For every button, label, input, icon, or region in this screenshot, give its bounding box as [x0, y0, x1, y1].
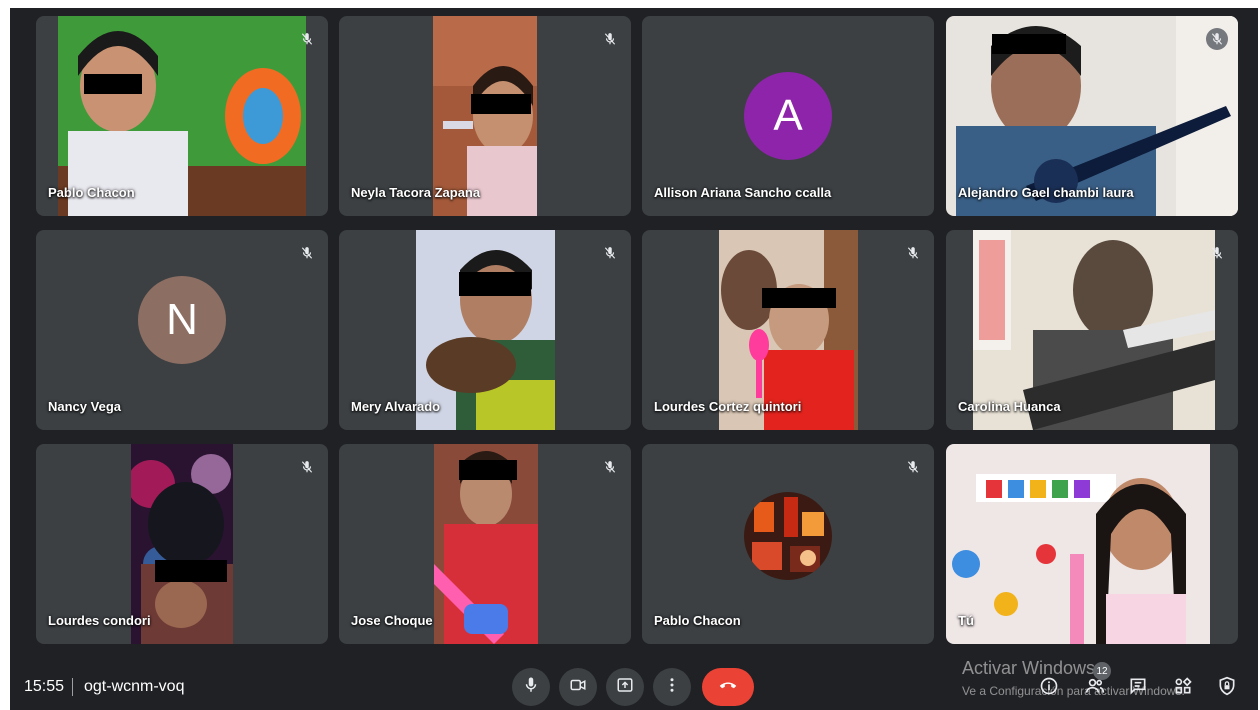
self-view-video	[946, 444, 1210, 644]
camera-button[interactable]	[559, 668, 597, 706]
meeting-code[interactable]: ogt-wcnm-voq	[84, 678, 184, 696]
redaction-bar	[459, 460, 517, 480]
participant-name: Pablo Chacon	[48, 185, 135, 200]
present-icon	[616, 676, 634, 699]
participant-tile[interactable]: Alejandro Gael chambi laura	[946, 16, 1238, 216]
participant-name: Allison Ariana Sancho ccalla	[654, 185, 832, 200]
muted-mic-icon	[296, 28, 318, 50]
host-controls-button[interactable]	[1215, 676, 1239, 700]
redaction-bar	[459, 272, 531, 296]
redaction-bar	[84, 74, 142, 94]
participant-tile[interactable]: Carolina Huanca	[946, 230, 1238, 430]
muted-mic-icon	[902, 242, 924, 264]
participant-name: Nancy Vega	[48, 399, 121, 414]
participant-avatar: N	[138, 276, 226, 364]
participant-tile[interactable]: N Nancy Vega	[36, 230, 328, 430]
participant-tile[interactable]: Jose Choque	[339, 444, 631, 644]
chat-icon	[1128, 676, 1148, 701]
participant-name: Carolina Huanca	[958, 399, 1061, 414]
mic-button[interactable]	[512, 668, 550, 706]
end-call-button[interactable]	[702, 668, 754, 706]
end-call-icon	[717, 674, 739, 701]
participant-name: Tú	[958, 613, 974, 628]
muted-mic-icon	[1206, 242, 1228, 264]
muted-mic-icon	[599, 456, 621, 478]
muted-mic-icon	[1206, 28, 1228, 50]
participant-count-badge: 12	[1093, 662, 1111, 680]
participant-name: Mery Alvarado	[351, 399, 441, 414]
participant-tile[interactable]: A Allison Ariana Sancho ccalla	[642, 16, 934, 216]
meet-window: Pablo Chacon Neyla Tacora Zapana A Allis…	[10, 8, 1258, 710]
participant-name: Alejandro Gael chambi laura	[958, 185, 1134, 200]
redaction-bar	[471, 94, 531, 114]
muted-mic-icon	[296, 242, 318, 264]
host-controls-icon	[1217, 676, 1237, 701]
more-options-icon	[663, 676, 681, 699]
meeting-toolbar: 15:55 ogt-wcnm-voq Activar Windows Ve a …	[10, 658, 1258, 710]
redaction-bar	[762, 288, 836, 308]
redaction-bar	[992, 34, 1066, 54]
chat-button[interactable]	[1126, 676, 1150, 700]
participant-name: Pablo Chacon	[654, 613, 741, 628]
participant-name: Jose Choque	[351, 613, 433, 628]
info-icon	[1039, 676, 1059, 701]
participant-tile[interactable]: Neyla Tacora Zapana	[339, 16, 631, 216]
divider	[72, 678, 73, 696]
more-options-button[interactable]	[653, 668, 691, 706]
activities-icon	[1173, 676, 1193, 701]
windows-watermark-title: Activar Windows	[962, 658, 1096, 678]
meeting-time: 15:55	[24, 678, 65, 695]
participant-name: Lourdes Cortez quintori	[654, 399, 802, 414]
mic-icon	[522, 676, 540, 699]
participant-tile[interactable]: Pablo Chacon	[36, 16, 328, 216]
self-view-tile[interactable]: Tú	[946, 444, 1238, 644]
activities-button[interactable]	[1171, 676, 1195, 700]
redaction-bar	[155, 560, 227, 582]
muted-mic-icon	[902, 456, 924, 478]
camera-icon	[569, 676, 587, 699]
muted-mic-icon	[599, 242, 621, 264]
participant-avatar-photo	[744, 492, 832, 580]
windows-watermark-subtitle: Ve a Configuración para activar Windows.	[962, 684, 1185, 698]
participant-tile[interactable]: Lourdes condori	[36, 444, 328, 644]
participant-name: Lourdes condori	[48, 613, 151, 628]
muted-mic-icon	[599, 28, 621, 50]
participant-tile[interactable]: Pablo Chacon	[642, 444, 934, 644]
info-button[interactable]	[1037, 676, 1061, 700]
muted-mic-icon	[296, 456, 318, 478]
participant-tile[interactable]: Lourdes Cortez quintori	[642, 230, 934, 430]
participant-tile[interactable]: Mery Alvarado	[339, 230, 631, 430]
present-button[interactable]	[606, 668, 644, 706]
participant-avatar: A	[744, 72, 832, 160]
participant-name: Neyla Tacora Zapana	[351, 185, 481, 200]
